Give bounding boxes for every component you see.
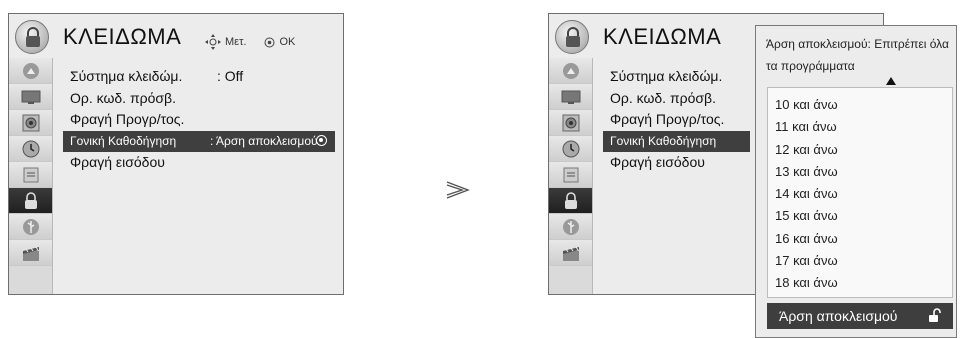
screen-icon[interactable] (549, 84, 592, 110)
item-label: Ορ. κωδ. πρόσβ. (70, 89, 176, 106)
category-icon-column (9, 58, 53, 294)
popup-description: Άρση αποκλεισμού: Επιτρέπει όλα τα προγρ… (766, 37, 949, 73)
usb-icon[interactable] (549, 214, 592, 240)
menu-item-set-password[interactable]: Ορ. κωδ. πρόσβ. (63, 88, 343, 109)
item-value: : Άρση αποκλεισμού (210, 133, 318, 148)
category-icon-column (549, 58, 593, 294)
rating-option[interactable]: 11 και άνω (768, 116, 952, 138)
rating-options-list: 10 και άνω 11 και άνω 12 και άνω 13 και … (767, 87, 953, 298)
rating-option[interactable]: 16 και άνω (768, 228, 952, 250)
navigate-icon (205, 34, 221, 50)
menu-item-lock-system[interactable]: Σύστημα κλειδώμ. : Off (63, 66, 343, 87)
screen-icon[interactable] (9, 84, 52, 110)
lock-icon[interactable] (549, 188, 592, 214)
usb-icon[interactable] (9, 214, 52, 240)
selected-radio-icon (316, 134, 327, 146)
item-label: Γονική Καθοδήγηση (70, 133, 177, 148)
hint-ok: OK (279, 36, 296, 48)
item-label: Σύστημα κλειδώμ. (70, 68, 183, 84)
picture-icon[interactable] (9, 58, 52, 84)
item-label: Ορ. κωδ. πρόσβ. (610, 89, 716, 106)
unlock-icon (929, 308, 941, 322)
lock-menu-left: ΚΛΕΙΔΩΜΑ Μετ. OK Σύστημα κλειδώμ. : Off … (8, 13, 344, 295)
ok-icon (264, 37, 275, 47)
item-label: Σύστημα κλειδώμ. (610, 68, 723, 84)
rating-option[interactable]: 14 και άνω (768, 183, 952, 205)
picture-icon[interactable] (549, 58, 592, 84)
rating-option[interactable]: 10 και άνω (768, 94, 952, 116)
scroll-up-icon[interactable] (886, 77, 896, 85)
audio-icon[interactable] (549, 110, 592, 136)
next-step-arrow-icon (446, 181, 470, 199)
selected-option-label: Άρση αποκλεισμού (779, 308, 898, 324)
hint-move: Μετ. (225, 36, 247, 48)
rating-option[interactable]: 13 και άνω (768, 161, 952, 183)
lock-icon[interactable] (9, 188, 52, 214)
item-label: Φραγή Προγρ/τος. (610, 111, 725, 127)
lock-icon (555, 20, 589, 54)
item-label: Φραγή εισόδου (70, 154, 165, 170)
menu-items: Σύστημα κλειδώμ. : Off Ορ. κωδ. πρόσβ. Φ… (63, 66, 343, 174)
menu-item-input-block[interactable]: Φραγή εισόδου (63, 152, 343, 173)
option-icon[interactable] (9, 162, 52, 188)
item-label: Φραγή εισόδου (610, 154, 705, 170)
menu-header: ΚΛΕΙΔΩΜΑ Μετ. OK (9, 14, 343, 58)
hint-bar: Μετ. OK (205, 34, 295, 50)
rating-option[interactable]: 12 και άνω (768, 139, 952, 161)
rating-option[interactable]: 17 και άνω (768, 250, 952, 272)
audio-icon[interactable] (9, 110, 52, 136)
parental-rating-popup: Άρση αποκλεισμού: Επιτρέπει όλα τα προγρ… (755, 25, 957, 338)
movie-icon[interactable] (549, 240, 592, 266)
rating-option-unlock-selected[interactable]: Άρση αποκλεισμού (767, 303, 953, 329)
lock-icon (15, 20, 49, 54)
item-value: : Off (217, 68, 244, 84)
page-title: ΚΛΕΙΔΩΜΑ (603, 24, 722, 49)
movie-icon[interactable] (9, 240, 52, 266)
time-icon[interactable] (549, 136, 592, 162)
menu-item-block-program[interactable]: Φραγή Προγρ/τος. (63, 109, 343, 130)
page-title: ΚΛΕΙΔΩΜΑ (63, 24, 182, 49)
time-icon[interactable] (9, 136, 52, 162)
item-label: Φραγή Προγρ/τος. (70, 111, 185, 127)
rating-option[interactable]: 15 και άνω (768, 205, 952, 227)
menu-item-parental-guidance[interactable]: Γονική Καθοδήγηση : Άρση αποκλεισμού (63, 130, 335, 152)
item-label: Γονική Καθοδήγηση (610, 133, 717, 148)
option-icon[interactable] (549, 162, 592, 188)
menu-item-parental-guidance[interactable]: Γονική Καθοδήγηση (603, 130, 750, 152)
rating-option[interactable]: 18 και άνω (768, 272, 952, 294)
